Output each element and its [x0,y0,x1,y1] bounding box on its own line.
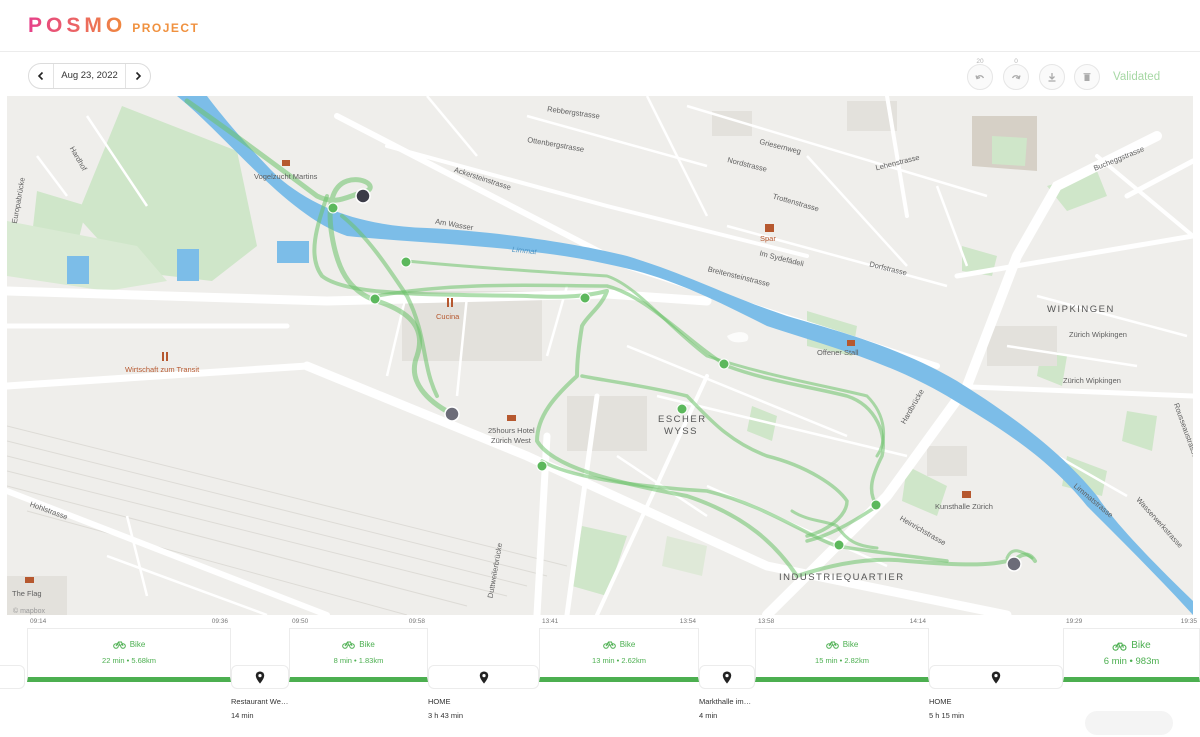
trip-start-time: 19:29 [1066,618,1083,625]
download-button[interactable] [1039,64,1065,90]
stop-name: Markthalle im… [699,697,752,706]
stop-card[interactable] [428,665,539,689]
trip-card[interactable]: 13:58 14:14 Bike 15 min • 2.82km [755,618,929,682]
trip-mode: Bike [540,640,698,649]
map-label-kunsthalle: Kunsthalle Zürich [935,502,993,511]
next-day-button[interactable] [126,64,150,88]
stop-name: HOME [428,697,451,706]
map-pin-icon [722,671,732,683]
trip-stats: 15 min • 2.82km [815,656,869,665]
map-label-escher: ESCHER [658,414,707,425]
map-label-vogelzucht: Vogelzucht Martins [254,172,318,181]
trip-start-time: 13:58 [758,618,775,625]
redo-icon [1011,75,1021,80]
undo-button[interactable]: 20 [967,58,993,90]
map-label-spar: Spar [760,234,776,243]
trip-mode: Bike [28,640,230,649]
trip-mode-label: Bike [1131,640,1151,651]
stop-card[interactable] [699,665,755,689]
chevron-left-icon [37,71,44,81]
map-pin-icon [255,671,265,683]
delete-button[interactable] [1074,64,1100,90]
map-attribution[interactable]: © mapbox [13,608,45,615]
trip-end-time: 09:36 [211,618,228,625]
stop-name: HOME [929,697,952,706]
stop-info: Markthalle im… 4 min [699,695,751,723]
bike-icon [342,641,356,649]
trip-stats: 6 min • 983m [1103,656,1160,667]
trip-mode-label: Bike [619,640,636,649]
map-label-wipkingen: WIPKINGEN [1047,304,1115,315]
bike-icon [112,641,126,649]
date-navigator: Aug 23, 2022 [28,63,151,89]
trip-mode-label: Bike [129,640,146,649]
trip-end-time: 09:58 [408,618,425,625]
stop-info: HOME 5 h 15 min [929,695,964,723]
map-label-zurich-wipkingen-2: Zürich Wipkingen [1063,376,1121,385]
map-label-hotel-line1: 25hours Hotel [488,426,535,435]
trip-mode-label: Bike [842,640,859,649]
map-label-wyss: WYSS [664,426,698,437]
trip-start-time: 09:50 [292,618,309,625]
trip-card[interactable]: 13:41 13:54 Bike 13 min • 2.62km [539,618,699,682]
trip-stats: 8 min • 1.83km [333,656,384,665]
stop-card[interactable] [231,665,289,689]
trip-card[interactable]: 09:50 09:58 Bike 8 min • 1.83km [289,618,428,682]
trip-mode-label: Bike [359,640,375,649]
stop-name: Restaurant We… [231,697,289,706]
chevron-right-icon [135,71,142,81]
map-label-the-flag: The Flag [12,589,42,598]
trip-stats: 13 min • 2.62km [592,656,646,665]
stop-duration: 14 min [231,711,254,720]
map-label-industriequartier: INDUSTRIEQUARTIER [779,572,905,583]
logo-sub-text: PROJECT [132,21,200,35]
trip-start-time: 13:41 [542,618,559,625]
trip-card[interactable]: 09:14 09:36 Bike 22 min • 5.68km [27,618,231,682]
map-label-wirtschaft: Wirtschaft zum Transit [125,365,200,374]
undo-icon [975,75,985,80]
timeline[interactable]: 09:14 09:36 Bike 22 min • 5.68km Restaur… [0,615,1200,737]
current-date[interactable]: Aug 23, 2022 [53,64,126,88]
stop-duration: 3 h 43 min [428,711,464,720]
app-header: POSMO PROJECT [0,0,1200,52]
trip-end-time: 19:35 [1180,618,1197,625]
posmo-logo[interactable]: POSMO PROJECT [28,14,199,38]
map-label-zurich-wipkingen-1: Zürich Wipkingen [1069,330,1127,339]
map-label-hotel-line2: Zürich West [491,436,531,445]
map-pin-icon [479,671,488,683]
map-label-cucina: Cucina [436,312,460,321]
redo-button[interactable]: 0 [1003,58,1029,90]
stop-card-partial[interactable] [0,665,25,689]
stop-duration: 5 h 15 min [929,711,965,720]
trip-end-time: 14:14 [909,618,926,625]
undo-count: 20 [976,58,984,65]
trip-card[interactable]: 19:29 19:35 Bike 6 min • 983m [1063,618,1200,682]
stop-info: Restaurant We… 14 min [231,695,288,723]
validation-status: Validated [1113,71,1161,83]
timeline-action-button[interactable] [1085,711,1173,735]
stop-card[interactable] [929,665,1063,689]
map-view[interactable]: Vogelzucht Martins Cucina Wirtschaft zum… [7,96,1193,615]
bike-icon [825,641,839,649]
stop-info: HOME 3 h 43 min [428,695,463,723]
trip-end-time: 13:54 [679,618,696,625]
map-pin-icon [991,671,1001,683]
redo-count: 0 [1014,58,1018,65]
trip-mode: Bike [756,640,928,649]
download-icon [1048,73,1056,82]
bike-icon [602,641,616,649]
trip-stats: 22 min • 5.68km [102,656,156,665]
trip-start-time: 09:14 [30,618,47,625]
trash-icon [1083,73,1091,81]
map-canvas [7,96,1193,615]
logo-main-text: POSMO [28,14,127,37]
previous-day-button[interactable] [29,64,53,88]
trip-mode: Bike [290,640,427,649]
trip-mode: Bike [1064,640,1199,651]
bike-icon [1112,642,1127,651]
stop-duration: 4 min [699,711,718,720]
map-label-offener-stall: Offener Stall [817,348,859,357]
